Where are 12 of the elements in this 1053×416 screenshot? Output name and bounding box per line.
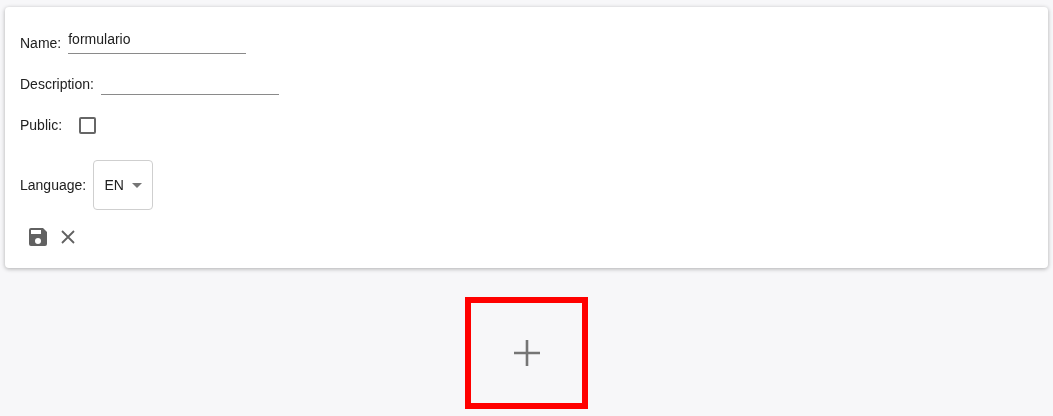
field-label: Description: <box>20 75 94 94</box>
add-button[interactable] <box>465 297 588 409</box>
dropdown-caret-icon <box>131 182 142 188</box>
field-label: Name: <box>20 34 62 53</box>
plus-icon <box>512 339 541 367</box>
checkbox[interactable] <box>79 116 97 134</box>
close-icon[interactable] <box>61 230 75 244</box>
field-label: Language: <box>20 175 87 195</box>
text-field[interactable]: formulario <box>68 29 247 54</box>
save-icon[interactable] <box>29 228 47 246</box>
language-select[interactable]: EN <box>93 160 154 210</box>
field-label: Public: <box>20 115 63 135</box>
